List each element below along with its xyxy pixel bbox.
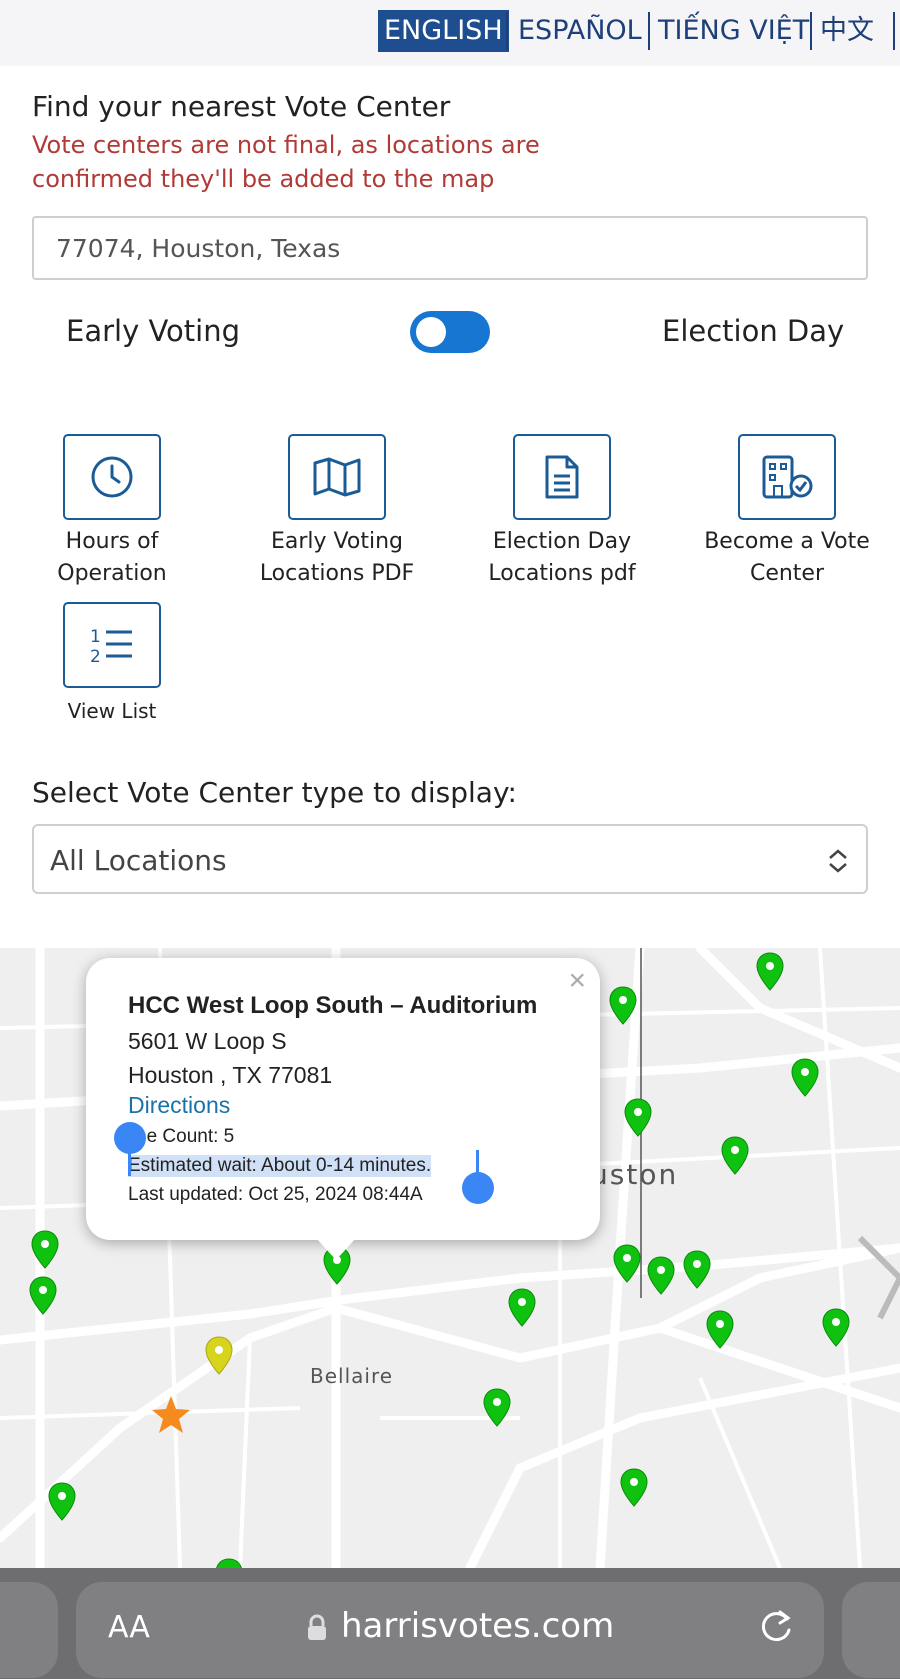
clock-icon bbox=[63, 434, 161, 520]
popup-location-name: HCC West Loop South – Auditorium bbox=[128, 992, 538, 1019]
map-suburb-label: Bellaire bbox=[310, 1364, 394, 1388]
browser-toolbar: AA harrisvotes.com bbox=[0, 1568, 900, 1679]
numbered-list-icon: 12 bbox=[63, 602, 161, 688]
reload-icon[interactable] bbox=[756, 1606, 796, 1648]
previous-tab-pill[interactable] bbox=[0, 1582, 58, 1678]
language-chinese[interactable]: 中文 bbox=[820, 10, 874, 52]
vote-center-pin[interactable] bbox=[482, 1388, 512, 1428]
become-vote-center-label: Become a Vote Center bbox=[704, 529, 870, 586]
hours-of-operation-link[interactable]: Hours of Operation bbox=[12, 434, 212, 590]
election-day-label: Election Day bbox=[662, 314, 845, 348]
popup-address-line1: 5601 W Loop S bbox=[128, 1028, 287, 1054]
vote-center-pin[interactable] bbox=[705, 1310, 735, 1350]
election-day-pdf-link[interactable]: Election Day Locations pdf bbox=[462, 434, 662, 590]
next-tab-pill[interactable] bbox=[842, 1582, 900, 1678]
election-day-pdf-label: Election Day Locations pdf bbox=[488, 529, 636, 586]
vote-center-pin[interactable] bbox=[507, 1288, 537, 1328]
map-city-label: uston bbox=[590, 1158, 679, 1191]
page-title: Find your nearest Vote Center bbox=[32, 90, 451, 123]
vote-center-pin[interactable] bbox=[646, 1256, 676, 1296]
language-spanish[interactable]: ESPAÑOL bbox=[518, 10, 642, 52]
view-list-label: View List bbox=[67, 699, 157, 723]
vote-center-pin[interactable] bbox=[214, 1558, 244, 1568]
map-icon bbox=[288, 434, 386, 520]
svg-text:1: 1 bbox=[90, 627, 101, 647]
notice-text: Vote centers are not final, as locations… bbox=[32, 131, 540, 193]
language-separator bbox=[893, 12, 895, 50]
address-search-input[interactable] bbox=[32, 216, 868, 280]
vote-center-pin[interactable] bbox=[612, 1244, 642, 1284]
vote-center-pin[interactable] bbox=[755, 952, 785, 992]
vote-center-pin[interactable] bbox=[720, 1136, 750, 1176]
vote-center-pin[interactable] bbox=[608, 986, 638, 1026]
vote-center-pin[interactable] bbox=[28, 1276, 58, 1316]
vote-center-pin-yellow[interactable] bbox=[204, 1336, 234, 1376]
building-check-icon bbox=[738, 434, 836, 520]
popup-last-updated: Last updated: Oct 25, 2024 08:44A bbox=[128, 1184, 423, 1205]
popup-estimated-wait: Estimated wait: About 0-14 minutes. bbox=[128, 1155, 432, 1177]
language-bar: ENGLISH ESPAÑOL TIẾNG VIỆT 中文 bbox=[0, 0, 900, 66]
select-value: All Locations bbox=[50, 844, 227, 877]
star-marker-icon[interactable] bbox=[150, 1394, 192, 1436]
early-voting-label: Early Voting bbox=[66, 314, 240, 348]
svg-text:2: 2 bbox=[90, 647, 101, 666]
location-type-select[interactable]: All Locations bbox=[32, 824, 868, 894]
filter-title: Select Vote Center type to display: bbox=[32, 776, 517, 809]
become-vote-center-link[interactable]: Become a Vote Center bbox=[687, 434, 887, 590]
popup-address-line2: Houston , TX 77081 bbox=[128, 1062, 333, 1088]
close-icon[interactable]: × bbox=[568, 966, 586, 996]
document-icon bbox=[513, 434, 611, 520]
vote-center-pin[interactable] bbox=[821, 1308, 851, 1348]
hours-of-operation-label: Hours of Operation bbox=[57, 529, 167, 586]
lock-icon bbox=[308, 1614, 326, 1640]
popup-line-count: ne Count: 5 bbox=[136, 1126, 235, 1147]
vote-center-pin[interactable] bbox=[47, 1482, 77, 1522]
toggle-knob bbox=[416, 317, 446, 347]
language-english[interactable]: ENGLISH bbox=[378, 10, 509, 52]
early-voting-pdf-link[interactable]: Early Voting Locations PDF bbox=[237, 434, 437, 590]
popup-pointer bbox=[316, 1238, 356, 1260]
vote-center-pin[interactable] bbox=[30, 1230, 60, 1270]
voting-mode-toggle[interactable] bbox=[410, 311, 490, 353]
view-list-link[interactable]: 12 View List bbox=[12, 602, 212, 726]
text-size-button[interactable]: AA bbox=[108, 1610, 150, 1645]
vote-center-pin[interactable] bbox=[790, 1058, 820, 1098]
directions-link[interactable]: Directions bbox=[128, 1092, 230, 1119]
language-separator bbox=[810, 12, 812, 50]
vote-center-pin[interactable] bbox=[682, 1250, 712, 1290]
chevron-updown-icon bbox=[829, 849, 847, 873]
address-bar[interactable]: AA harrisvotes.com bbox=[76, 1582, 824, 1678]
selection-handle-end[interactable] bbox=[462, 1172, 494, 1204]
early-voting-pdf-label: Early Voting Locations PDF bbox=[259, 529, 415, 586]
url-text[interactable]: harrisvotes.com bbox=[341, 1606, 614, 1646]
language-separator bbox=[648, 12, 650, 50]
vote-center-pin[interactable] bbox=[619, 1468, 649, 1508]
language-separator bbox=[506, 12, 508, 50]
language-vietnamese[interactable]: TIẾNG VIỆT bbox=[658, 10, 809, 52]
selection-bar-start bbox=[128, 1150, 131, 1176]
vote-center-popup: × HCC West Loop South – Auditorium 5601 … bbox=[86, 958, 600, 1240]
vote-center-pin[interactable] bbox=[623, 1098, 653, 1138]
